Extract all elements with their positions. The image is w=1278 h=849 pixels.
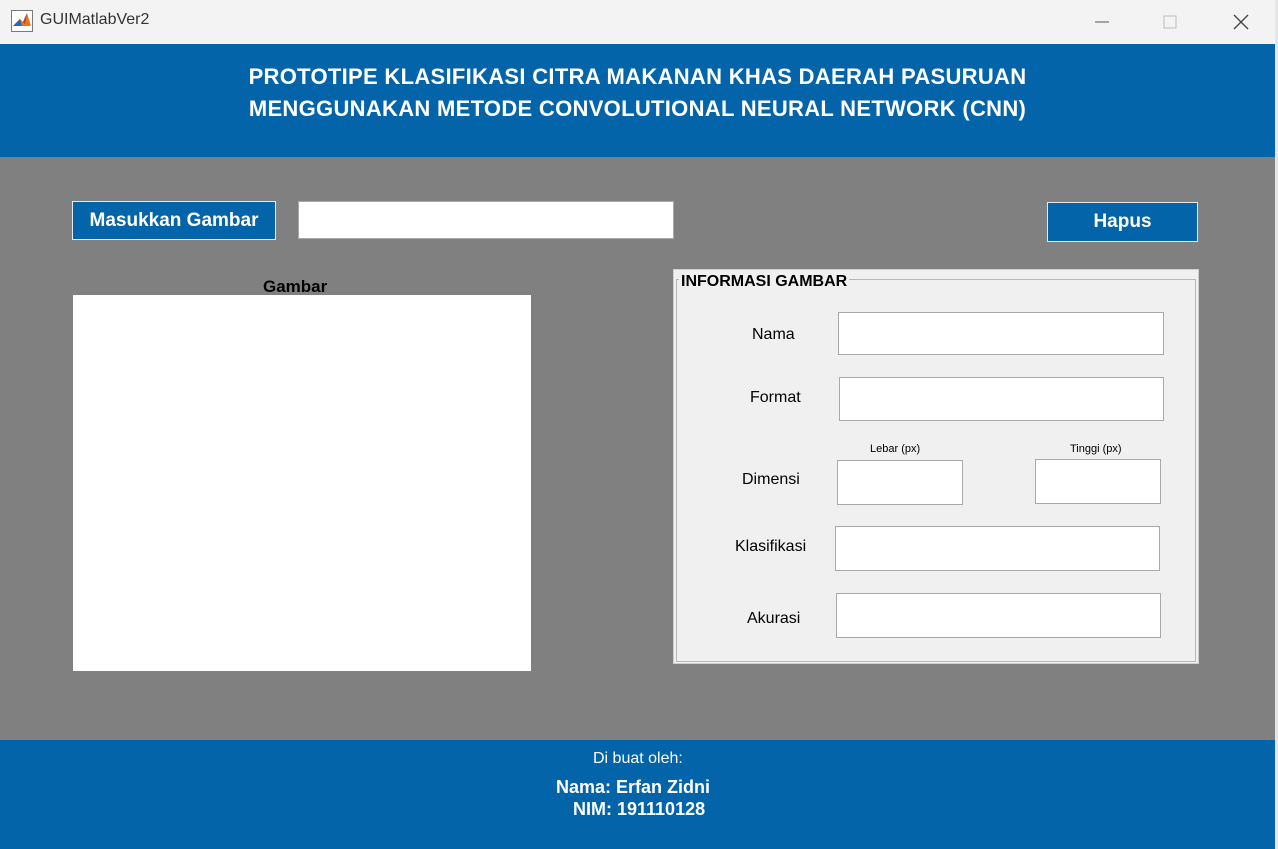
made-by-label: Di buat oleh: bbox=[593, 750, 683, 767]
image-area-title: Gambar bbox=[263, 277, 328, 296]
matlab-logo-icon bbox=[11, 10, 33, 32]
name-label: Nama bbox=[752, 326, 795, 343]
name-field[interactable] bbox=[838, 312, 1164, 355]
image-info-title: INFORMASI GAMBAR bbox=[679, 273, 850, 291]
close-button[interactable] bbox=[1207, 0, 1275, 44]
footer-banner: Di buat oleh: Nama: Erfan Zidni NIM: 191… bbox=[0, 740, 1275, 849]
upload-image-button[interactable]: Masukkan Gambar bbox=[72, 201, 276, 240]
close-icon bbox=[1233, 14, 1249, 30]
format-field[interactable] bbox=[839, 377, 1164, 421]
maximize-icon bbox=[1163, 15, 1177, 29]
accuracy-label: Akurasi bbox=[747, 610, 801, 627]
dimension-label: Dimensi bbox=[742, 471, 800, 488]
height-field[interactable] bbox=[1035, 459, 1161, 504]
accuracy-field[interactable] bbox=[836, 593, 1161, 638]
clear-button[interactable]: Hapus bbox=[1047, 202, 1198, 242]
header-banner: PROTOTIPE KLASIFIKASI CITRA MAKANAN KHAS… bbox=[0, 44, 1275, 157]
header-title-line-2: MENGGUNAKAN METODE CONVOLUTIONAL NEURAL … bbox=[248, 96, 1027, 121]
width-label: Lebar (px) bbox=[870, 443, 921, 455]
height-label: Tinggi (px) bbox=[1070, 443, 1122, 455]
minimize-button[interactable] bbox=[1068, 0, 1136, 44]
window-title: GUIMatlabVer2 bbox=[40, 11, 150, 28]
width-field[interactable] bbox=[837, 460, 963, 505]
image-preview-area bbox=[73, 295, 531, 671]
classification-label: Klasifikasi bbox=[735, 538, 807, 555]
author-nim: NIM: 191110128 bbox=[573, 799, 706, 819]
maximize-button[interactable] bbox=[1136, 0, 1204, 44]
title-bar: GUIMatlabVer2 bbox=[0, 0, 1275, 44]
minimize-icon bbox=[1095, 21, 1109, 23]
app-window: GUIMatlabVer2 PROTOTIPE KLASIFIKASI CITR… bbox=[0, 0, 1275, 849]
image-info-panel: INFORMASI GAMBAR Nama Format Lebar (px) … bbox=[673, 269, 1199, 664]
format-label: Format bbox=[750, 389, 801, 406]
author-name: Nama: Erfan Zidni bbox=[556, 777, 711, 797]
header-title-line-1: PROTOTIPE KLASIFIKASI CITRA MAKANAN KHAS… bbox=[248, 64, 1027, 89]
classification-field[interactable] bbox=[835, 526, 1160, 571]
file-path-field[interactable] bbox=[298, 201, 674, 239]
